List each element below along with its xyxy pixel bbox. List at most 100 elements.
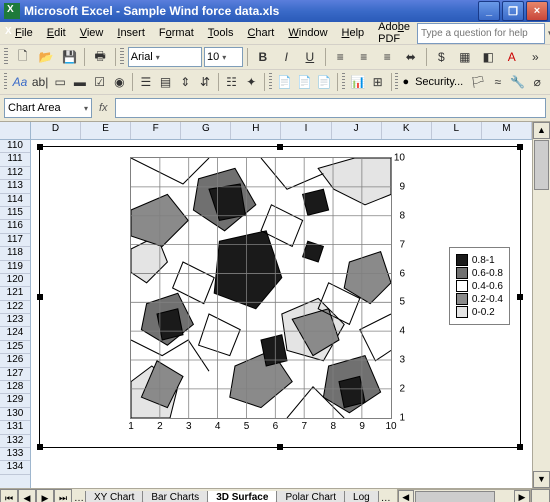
save-icon[interactable]: 💾	[59, 46, 81, 68]
script-editor-icon[interactable]: ⌀	[528, 71, 546, 93]
menu-view[interactable]: View	[73, 25, 111, 41]
row-header[interactable]: 111	[0, 153, 30, 166]
spinner-control-icon[interactable]: ⇵	[196, 71, 214, 93]
textbox-control-icon[interactable]: ab|	[31, 71, 49, 93]
resize-handle-w[interactable]	[37, 294, 43, 300]
row-header[interactable]: 113	[0, 180, 30, 193]
row-header[interactable]: 129	[0, 394, 30, 407]
new-icon[interactable]: 🗋	[12, 46, 34, 68]
maximize-button[interactable]: ❐	[502, 1, 524, 21]
menu-window[interactable]: Window	[281, 25, 334, 41]
menu-tools[interactable]: Tools	[201, 25, 241, 41]
design-mode-icon[interactable]: 🔧	[509, 71, 527, 93]
scroll-right-icon[interactable]: ▶	[514, 490, 530, 502]
row-header[interactable]: 126	[0, 354, 30, 367]
row-header[interactable]: 117	[0, 234, 30, 247]
row-header[interactable]: 118	[0, 247, 30, 260]
row-header[interactable]: 133	[0, 448, 30, 461]
scroll-down-icon[interactable]: ▼	[533, 471, 550, 488]
pdf-mail-icon[interactable]: 📄	[296, 71, 314, 93]
column-header[interactable]: H	[231, 122, 281, 139]
macro-security-icon[interactable]: 🏳	[469, 71, 487, 93]
column-header[interactable]: F	[131, 122, 181, 139]
underline-button[interactable]: U	[299, 46, 321, 68]
row-header[interactable]: 110	[0, 140, 30, 153]
currency-icon[interactable]: $	[431, 46, 453, 68]
row-header[interactable]: 116	[0, 220, 30, 233]
checkbox-control-icon[interactable]: ☑	[91, 71, 109, 93]
vertical-scrollbar[interactable]: ▲ ▼	[532, 122, 550, 488]
column-header[interactable]: J	[332, 122, 382, 139]
help-search-input[interactable]	[417, 23, 545, 44]
row-header[interactable]: 132	[0, 435, 30, 448]
formula-input[interactable]	[115, 98, 546, 118]
vba-icon[interactable]: ≈	[489, 71, 507, 93]
row-header[interactable]: 114	[0, 194, 30, 207]
align-right-icon[interactable]: ≡	[377, 46, 399, 68]
minimize-button[interactable]: _	[478, 1, 500, 21]
sheet-tab-polar-chart[interactable]: Polar Chart	[276, 491, 345, 502]
toolbar-grip-2[interactable]	[120, 48, 124, 66]
row-header[interactable]: 124	[0, 327, 30, 340]
column-header[interactable]: E	[81, 122, 131, 139]
toolbar-grip-3[interactable]	[4, 73, 7, 91]
resize-handle-nw[interactable]	[37, 144, 43, 150]
fx-icon[interactable]: fx	[96, 102, 111, 114]
chart-type-icon[interactable]: 📊	[349, 71, 367, 93]
print-icon[interactable]: 🖶	[89, 46, 111, 68]
align-left-icon[interactable]: ≡	[330, 46, 352, 68]
horizontal-scrollbar[interactable]: ◀ ▶	[397, 489, 531, 502]
resize-handle-sw[interactable]	[37, 444, 43, 450]
row-header[interactable]: 120	[0, 274, 30, 287]
row-header[interactable]: 112	[0, 167, 30, 180]
button-control-icon[interactable]: ▬	[71, 71, 89, 93]
column-header[interactable]: L	[432, 122, 482, 139]
tab-nav-first[interactable]: ⏮	[0, 489, 18, 502]
row-header[interactable]: 122	[0, 301, 30, 314]
scrollbar-control-icon[interactable]: ⇕	[176, 71, 194, 93]
toolbar-grip-5[interactable]	[342, 73, 345, 91]
resize-handle-e[interactable]	[517, 294, 523, 300]
hscroll-thumb[interactable]	[415, 491, 495, 502]
close-button[interactable]: ×	[526, 1, 548, 21]
chart-object[interactable]: 12345678910 12345678910 0.8-10.6-0.80.4-…	[39, 146, 521, 448]
listbox-control-icon[interactable]: ☰	[137, 71, 155, 93]
open-icon[interactable]: 📂	[35, 46, 57, 68]
scroll-left-icon[interactable]: ◀	[398, 490, 414, 502]
menu-format[interactable]: Format	[152, 25, 201, 41]
row-header[interactable]: 125	[0, 341, 30, 354]
font-color-icon[interactable]: A	[501, 46, 523, 68]
sheet-tab-xy-chart[interactable]: XY Chart	[85, 491, 143, 502]
menu-insert[interactable]: Insert	[110, 25, 152, 41]
row-header[interactable]: 123	[0, 314, 30, 327]
column-header[interactable]: D	[31, 122, 81, 139]
align-center-icon[interactable]: ≡	[353, 46, 375, 68]
row-header[interactable]: 127	[0, 368, 30, 381]
resize-handle-se[interactable]	[517, 444, 523, 450]
fill-color-icon[interactable]: ◧	[478, 46, 500, 68]
chart-legend[interactable]: 0.8-10.6-0.80.4-0.60.2-0.40-0.2	[449, 247, 510, 325]
row-header[interactable]: 131	[0, 421, 30, 434]
sheet-tab-log[interactable]: Log	[344, 491, 379, 502]
plot-area[interactable]: 12345678910 12345678910	[130, 157, 392, 419]
menu-edit[interactable]: Edit	[40, 25, 73, 41]
sheet-tab-bar-charts[interactable]: Bar Charts	[142, 491, 208, 502]
toolbar-grip-6[interactable]	[395, 73, 398, 91]
row-header[interactable]: 130	[0, 408, 30, 421]
menu-file[interactable]: File	[8, 25, 40, 41]
scroll-thumb[interactable]	[534, 140, 549, 190]
tab-nav-prev[interactable]: ◀	[18, 489, 36, 502]
menu-help[interactable]: Help	[335, 25, 372, 41]
option-control-icon[interactable]: ◉	[110, 71, 128, 93]
combo-control-icon[interactable]: ▤	[157, 71, 175, 93]
italic-button[interactable]: I	[276, 46, 298, 68]
row-header[interactable]: 134	[0, 461, 30, 474]
resize-handle-s[interactable]	[277, 444, 283, 450]
row-header[interactable]: 121	[0, 287, 30, 300]
groupbox-control-icon[interactable]: ▭	[51, 71, 69, 93]
column-header[interactable]: M	[482, 122, 532, 139]
font-size-combo[interactable]: 10▾	[204, 47, 243, 67]
merge-center-icon[interactable]: ⬌	[400, 46, 422, 68]
font-combo[interactable]: Arial▾	[128, 47, 202, 67]
code-icon[interactable]: ✦	[242, 71, 260, 93]
